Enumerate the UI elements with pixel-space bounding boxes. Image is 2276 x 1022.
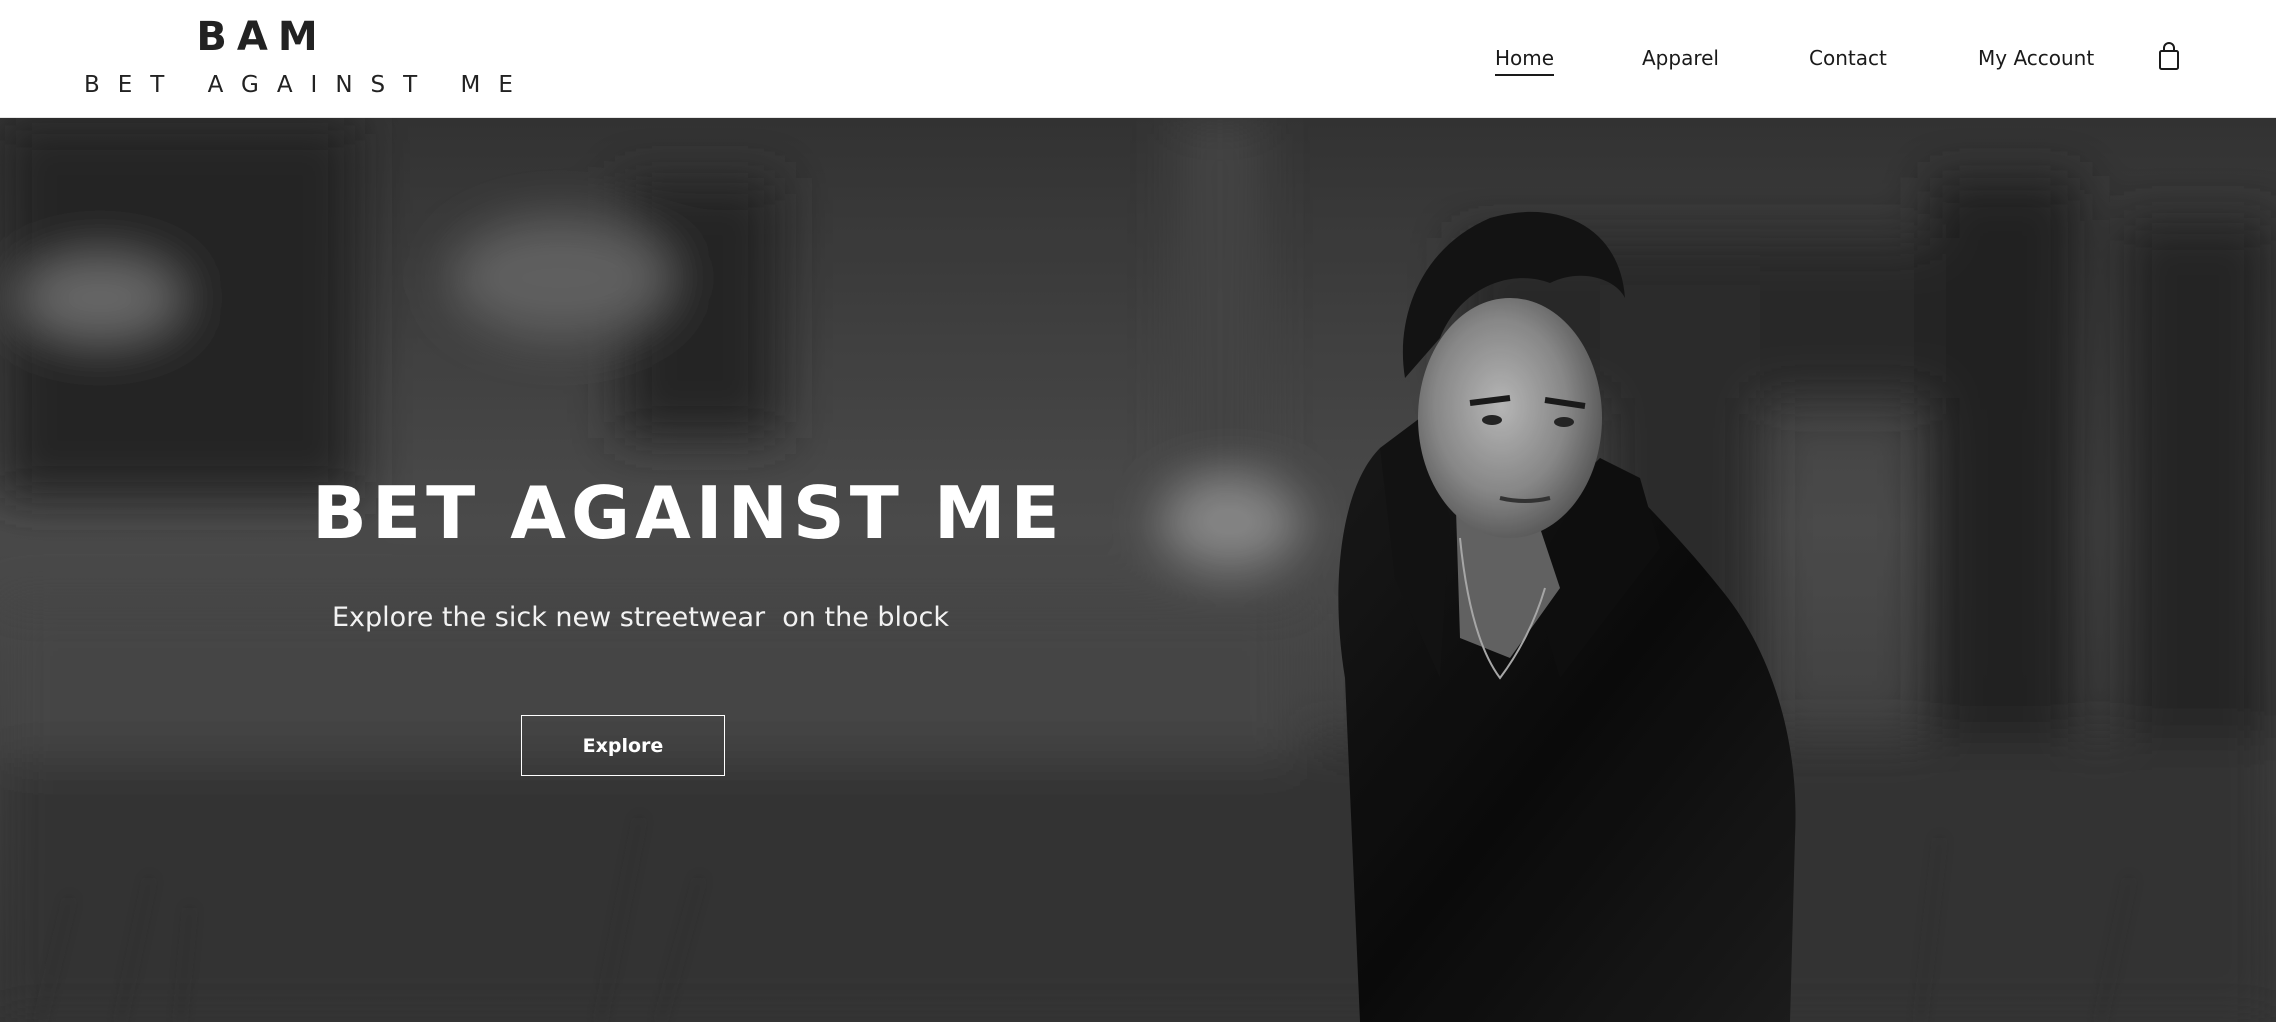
explore-button[interactable]: Explore xyxy=(521,715,725,776)
site-header: BAM BET AGAINST ME Home Apparel Contact … xyxy=(0,0,2276,118)
hero-background-photo xyxy=(0,118,2276,1022)
nav-link-my-account[interactable]: My Account xyxy=(1978,44,2094,72)
hero-subtitle: Explore the sick new streetwear on the b… xyxy=(332,602,950,633)
shopping-bag-icon-svg xyxy=(2159,42,2179,70)
shopping-bag-icon[interactable] xyxy=(2156,42,2182,72)
main-nav: Home Apparel Contact My Account xyxy=(1376,0,2276,118)
logo-text: BET AGAINST ME xyxy=(84,72,531,98)
logo-mark: BAM xyxy=(196,14,328,60)
nav-link-apparel[interactable]: Apparel xyxy=(1642,44,1719,72)
site-logo[interactable]: BAM BET AGAINST ME xyxy=(84,14,531,104)
nav-link-home[interactable]: Home xyxy=(1495,44,1555,76)
hero-section: BET AGAINST ME Explore the sick new stre… xyxy=(0,118,2276,1022)
nav-link-contact[interactable]: Contact xyxy=(1809,44,1887,72)
hero-title: BET AGAINST ME xyxy=(312,471,1065,555)
